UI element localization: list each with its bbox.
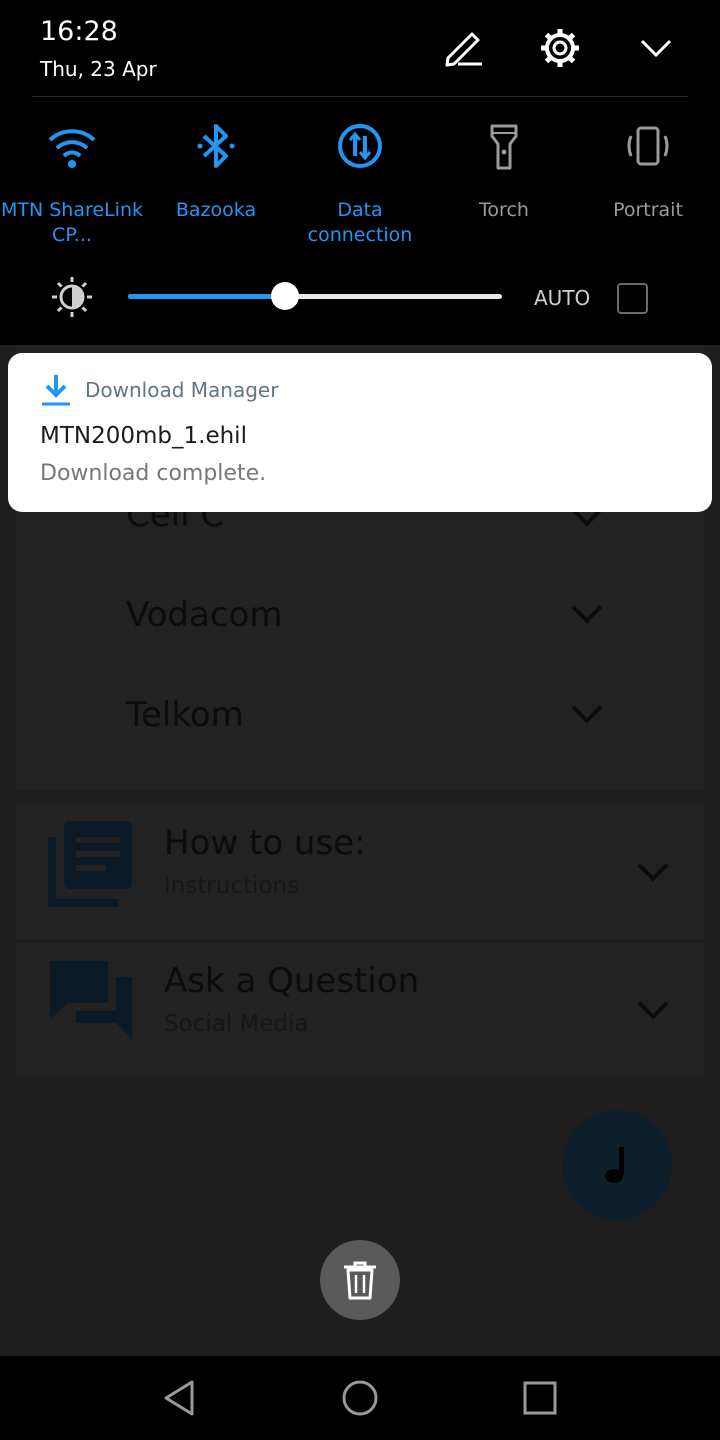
settings-gear-icon[interactable]: [538, 26, 582, 70]
clock-time: 16:28: [40, 16, 118, 47]
chevron-down-icon[interactable]: [571, 692, 603, 724]
bluetooth-icon: [197, 124, 235, 168]
ask-question-card[interactable]: Ask a Question Social Media: [16, 943, 704, 1077]
tile-torch[interactable]: Torch: [432, 120, 576, 223]
tile-portrait-label: Portrait: [613, 199, 683, 221]
tile-bluetooth[interactable]: Bazooka: [144, 120, 288, 223]
notification-title: MTN200mb_1.ehil: [40, 423, 247, 449]
instructions-icon: [48, 821, 132, 907]
tile-data-connection[interactable]: Data connection: [288, 120, 432, 248]
how-to-use-subtitle: Instructions: [164, 873, 300, 899]
notification-app-name: Download Manager: [85, 378, 279, 402]
clear-notifications-button[interactable]: [320, 1240, 400, 1320]
music-fab-button[interactable]: [562, 1110, 672, 1220]
download-icon: [42, 375, 70, 406]
clock-date: Thu, 23 Apr: [40, 57, 157, 81]
ask-question-title: Ask a Question: [164, 961, 420, 1001]
chevron-down-icon[interactable]: [637, 850, 669, 882]
download-notification[interactable]: Download Manager MTN200mb_1.ehil Downloa…: [8, 353, 712, 512]
data-connection-icon: [338, 124, 382, 168]
trash-icon: [344, 1261, 376, 1300]
collapse-chevron-icon[interactable]: [634, 26, 678, 70]
carrier-item-vodacom[interactable]: Vodacom: [126, 595, 282, 635]
how-to-use-title: How to use:: [164, 823, 366, 863]
carrier-item-telkom[interactable]: Telkom: [126, 695, 244, 735]
brightness-icon: [52, 277, 92, 317]
brightness-slider-fill: [128, 294, 286, 299]
torch-icon: [490, 124, 518, 170]
back-icon[interactable]: [158, 1376, 202, 1420]
notification-text: Download complete.: [40, 461, 267, 486]
auto-brightness-label: AUTO: [534, 286, 591, 310]
tile-wifi-label: MTN ShareLink CP...: [1, 199, 143, 246]
quick-settings-panel: 16:28 Thu, 23 Apr MTN ShareLink CP... Ba…: [0, 0, 720, 345]
tile-wifi[interactable]: MTN ShareLink CP...: [0, 120, 144, 248]
tile-portrait[interactable]: Portrait: [576, 120, 720, 223]
chevron-down-icon[interactable]: [571, 592, 603, 624]
chevron-down-icon[interactable]: [637, 988, 669, 1020]
home-icon[interactable]: [338, 1376, 382, 1420]
header-divider: [32, 96, 688, 97]
wifi-icon: [48, 129, 96, 168]
auto-brightness-checkbox[interactable]: [617, 283, 648, 314]
edit-icon[interactable]: [442, 26, 486, 70]
brightness-slider[interactable]: [128, 282, 502, 310]
chat-bubbles-icon: [50, 961, 132, 1039]
brightness-slider-thumb[interactable]: [271, 282, 300, 310]
portrait-icon: [627, 126, 669, 166]
music-note-icon: [605, 1147, 624, 1183]
recents-icon[interactable]: [518, 1376, 562, 1420]
tile-torch-label: Torch: [479, 199, 529, 221]
navigation-bar: [0, 1356, 720, 1440]
ask-question-subtitle: Social Media: [164, 1011, 309, 1037]
how-to-use-card[interactable]: How to use: Instructions: [16, 805, 704, 939]
tile-data-label: Data connection: [307, 199, 413, 246]
tile-bluetooth-label: Bazooka: [175, 199, 257, 221]
